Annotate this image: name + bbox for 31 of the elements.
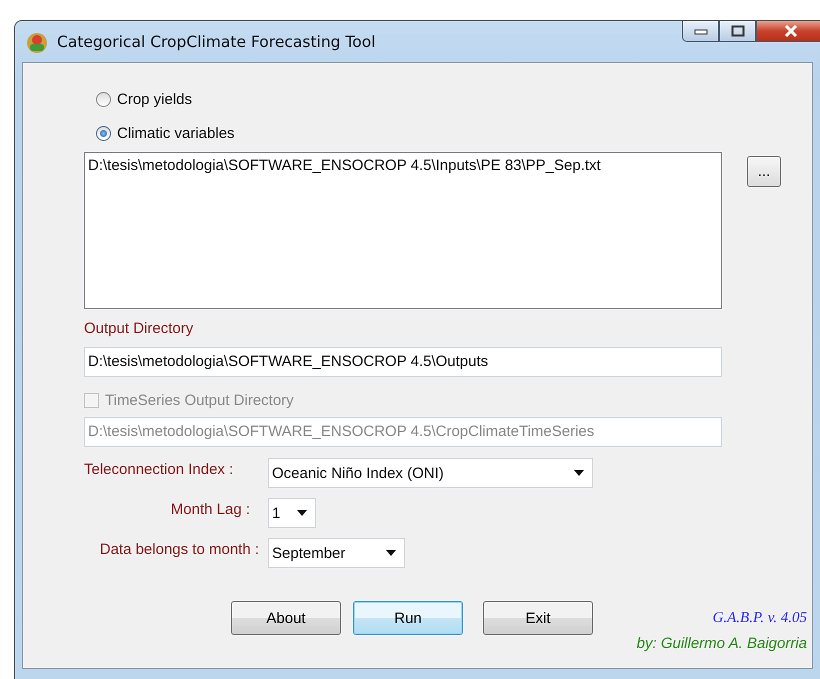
window-title: Categorical CropClimate Forecasting Tool — [57, 33, 376, 51]
caret-icon — [574, 470, 584, 476]
file-list[interactable]: D:\tesis\metodologia\SOFTWARE_ENSOCROP 4.5\Inputs\PE 83\PP_Sep.txt — [84, 152, 722, 309]
close-button[interactable] — [756, 21, 820, 42]
setting-label: Teleconnection Index : — [84, 460, 234, 478]
radio-label[interactable]: Crop yields — [117, 90, 192, 108]
caret-icon — [386, 550, 396, 556]
close-icon — [784, 25, 798, 37]
dropdown[interactable]: September — [268, 538, 405, 568]
dropdown[interactable]: Oceanic Niño Index (ONI) — [268, 458, 593, 488]
output-directory-field[interactable]: D:\tesis\metodologia\SOFTWARE_ENSOCROP 4.5\Outputs — [84, 347, 722, 377]
minimize-icon — [694, 27, 708, 35]
dialog-button[interactable]: About — [231, 601, 341, 635]
browse-button[interactable]: ... — [747, 156, 781, 187]
maximize-icon — [730, 25, 744, 37]
radio-button[interactable] — [96, 126, 111, 140]
author-text: by: Guillermo A. Baigorria — [636, 635, 807, 652]
setting-label: Month Lag : — [170, 500, 251, 518]
maximize-button[interactable] — [719, 21, 756, 42]
minimize-button[interactable] — [682, 21, 719, 42]
radio-label[interactable]: Climatic variables — [117, 124, 235, 142]
caret-icon — [297, 510, 307, 516]
setting-label: Data belongs to month : — [98, 540, 260, 558]
version-text: G.A.B.P. v. 4.05 — [712, 610, 807, 627]
dialog-button[interactable]: Exit — [483, 601, 593, 635]
field-label: Output Directory — [84, 320, 194, 339]
dialog-button[interactable]: Run — [353, 601, 463, 635]
app-logo-icon — [26, 32, 48, 54]
dropdown[interactable]: 1 — [268, 498, 316, 528]
file-list-item[interactable]: D:\tesis\metodologia\SOFTWARE_ENSOCROP 4.5\Inputs\PE 83\PP_Sep.txt — [88, 157, 718, 174]
radio-button[interactable] — [96, 92, 111, 106]
